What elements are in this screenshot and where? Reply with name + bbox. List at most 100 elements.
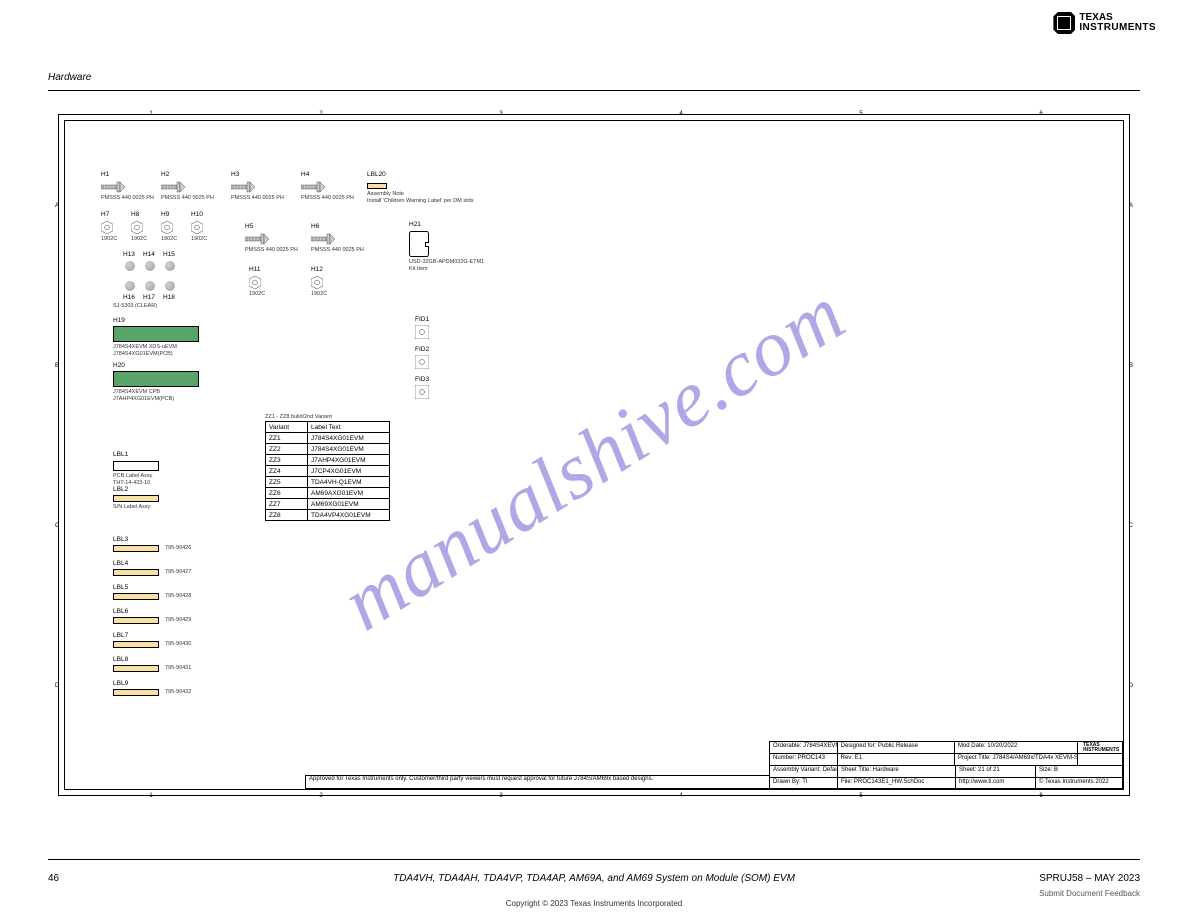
section-header: Hardware [48,72,91,83]
zz-cell: AM69XG01EVM [308,499,390,510]
approval-bar: Approved for Texas Instruments only. Cus… [305,775,769,789]
header-rule [48,90,1140,91]
ti-logo-mini: TEXAS INSTRUMENTS [1083,743,1119,753]
zone-bot-6: 6 [1035,793,1047,799]
screw-icon [311,233,337,245]
ref-lbl2: LBL2 [113,486,128,493]
lbl8-note: 795-90431 [165,665,191,671]
label-icon [113,569,159,576]
ref-h20: H20 [113,362,125,369]
zz-cell: TDA4VH-Q1EVM [308,477,390,488]
tb-company: © Texas Instruments 2022 [1036,778,1122,790]
ref-lbl20: LBL20 [367,171,386,178]
zz-cell: TDA4VP4XG01EVM [308,510,390,521]
zone-left-a: A [55,201,59,211]
label-icon [367,183,387,189]
ref-h11: H11 [249,266,260,273]
nut-icon [249,276,261,289]
ref-lbl6: LBL6 [113,608,128,615]
sd-card-icon [409,231,429,257]
nut-icon [311,276,323,289]
zz-cell: ZZ5 [266,477,308,488]
footer-feedback-link[interactable]: Submit Document Feedback [1039,889,1140,898]
title-block: Orderable: J784S4XEVM Designed for: Publ… [769,741,1123,789]
tb-designed-for: Designed for: Public Release [838,742,955,753]
ref-h13: H13 [123,251,135,258]
pn-h12: 1902C [311,291,327,297]
label-icon [113,641,159,648]
zone-right-b: B [1129,361,1133,371]
ref-h12: H12 [311,266,323,273]
bumpon-icon [165,261,175,271]
tb-sheet-title: Sheet Title: Hardware [838,766,956,777]
ref-fid1: FID1 [415,316,429,323]
approval-text: Approved for Texas Instruments only. Cus… [309,776,653,782]
bumpon-icon [145,281,155,291]
pn-h21: USD-32GB-APDM032G-ETM1 [409,259,484,265]
fiducial-icon [415,355,429,369]
zone-left-c: C [55,521,59,531]
h20-note: J784S4XEVM CPB [113,389,160,395]
schematic-frame: 1 2 3 4 5 6 1 2 3 4 5 6 A B C D A B C D … [64,120,1124,790]
pn-h11: 1902C [249,291,265,297]
lbl20-pn: Install 'Children Warning Label' per DM … [367,198,473,204]
zone-top-1: 1 [145,111,157,117]
screw-icon [245,233,271,245]
lbl20-note: Assembly Note [367,191,404,197]
ti-logo-line2: INSTRUMENTS [1079,23,1156,33]
zone-top-3: 3 [495,111,507,117]
ref-h2: H2 [161,171,169,178]
label-icon [113,461,159,471]
nut-icon [101,221,113,234]
variant-table: Variant Label Text ZZ1J784S4XG01EVM ZZ2J… [265,421,390,521]
ref-h3: H3 [231,171,239,178]
fiducial-icon [415,325,429,339]
ref-fid2: FID2 [415,346,429,353]
footer-title: TDA4VH, TDA4AH, TDA4VP, TDA4AP, AM69A, a… [393,873,795,884]
zz-cell: ZZ2 [266,444,308,455]
pn-h3: PMSSS 440 0025 PH [231,195,284,201]
zone-right-d: D [1129,681,1133,691]
zone-bot-3: 3 [495,793,507,799]
nut-icon [191,221,203,234]
ref-h21: H21 [409,221,421,228]
screw-icon [301,181,327,193]
tb-size: Size: B [1036,766,1122,777]
ref-h10: H10 [191,211,203,218]
ref-h4: H4 [301,171,309,178]
tb-mod-date: Mod Date: 10/20/2022 [955,742,1078,753]
zz-title: ZZ1 - ZZ8 build/2nd Variant [265,414,332,420]
footer-docid: SPRUJ58 – MAY 2023 [1039,873,1140,884]
label-icon [113,689,159,696]
zone-bot-4: 4 [675,793,687,799]
page-number: 46 [48,873,59,884]
tb-orderable: Orderable: J784S4XEVM [770,742,838,753]
ref-lbl7: LBL7 [113,632,128,639]
pn-h7: 1902C [101,236,117,242]
zz-cell: ZZ4 [266,466,308,477]
tb-assy: Assembly Variant: Default [770,766,838,777]
ref-lbl5: LBL5 [113,584,128,591]
bumpon-icon [125,281,135,291]
footer-copyright: Copyright © 2023 Texas Instruments Incor… [506,899,683,908]
pn-h9: 1902C [161,236,177,242]
pn-bump: SJ-5303 (CLEAR) [113,303,157,309]
zone-bot-2: 2 [315,793,327,799]
pn-h1: PMSSS 440 0025 PH [101,195,154,201]
ref-h15: H15 [163,251,175,258]
bumpon-icon [145,261,155,271]
zone-top-2: 2 [315,111,327,117]
pn-h4: PMSSS 440 0025 PH [301,195,354,201]
tb-rev: Rev: E1 [838,754,955,765]
pn-h10: 1902C [191,236,207,242]
ref-lbl1: LBL1 [113,451,128,458]
pn-h6: PMSSS 440 0025 PH [311,247,364,253]
ref-fid3: FID3 [415,376,429,383]
lbl3-note: 795-90426 [165,545,191,551]
zone-top-4: 4 [675,111,687,117]
zz-cell: ZZ1 [266,433,308,444]
tb-file: File: PROC143E1_HW.SchDoc [838,778,956,790]
bumpon-icon [125,261,135,271]
zone-top-5: 5 [855,111,867,117]
ref-h1: H1 [101,171,109,178]
